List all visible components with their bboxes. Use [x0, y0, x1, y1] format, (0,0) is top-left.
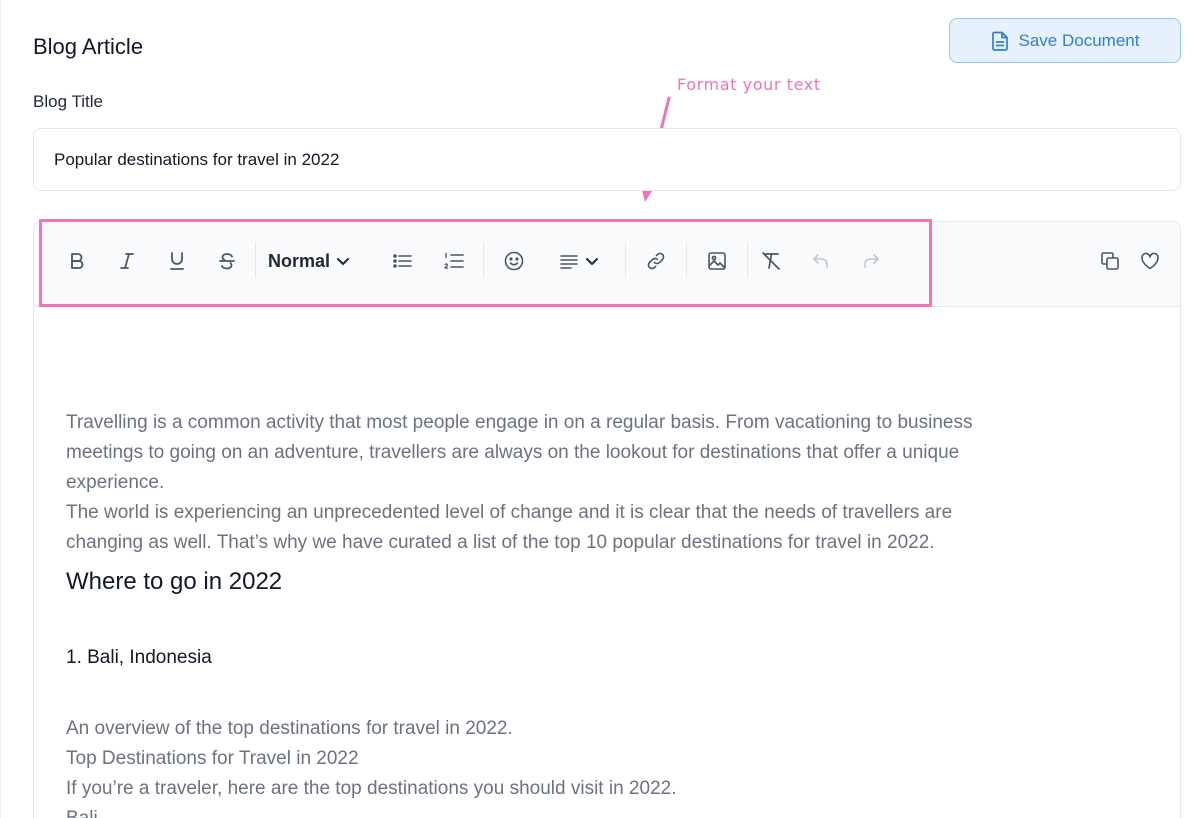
paragraph-line: If you’re a traveler, here are the top d…	[66, 778, 677, 799]
blog-title-label: Blog Title	[33, 92, 103, 111]
toolbar-separator	[255, 242, 256, 278]
undo-button[interactable]	[808, 248, 834, 274]
align-icon	[559, 253, 579, 269]
favorite-button[interactable]	[1137, 248, 1163, 274]
editor-content[interactable]: Travelling is a common activity that mos…	[66, 408, 1140, 818]
page: Blog Article Save Document Format your t…	[0, 0, 1203, 818]
toolbar-separator	[747, 242, 748, 278]
italic-button[interactable]	[114, 248, 140, 274]
clear-format-button[interactable]	[758, 248, 784, 274]
strikethrough-icon	[218, 252, 236, 270]
rich-text-editor[interactable]: Normal Travelling is a common activity t…	[33, 221, 1181, 818]
ordered-list-button[interactable]	[441, 248, 467, 274]
underline-button[interactable]	[164, 248, 190, 274]
paragraph-line: Travelling is a common activity that mos…	[66, 412, 973, 433]
clear-format-icon	[761, 251, 781, 271]
strikethrough-button[interactable]	[214, 248, 240, 274]
blog-title-value: Popular destinations for travel in 2022	[54, 149, 340, 169]
redo-icon	[862, 253, 880, 269]
copy-button[interactable]	[1097, 248, 1123, 274]
bullet-list-button[interactable]	[390, 248, 416, 274]
toolbar-separator	[483, 242, 484, 278]
bold-button[interactable]	[64, 248, 90, 274]
paragraph-line: meetings to going on an adventure, trave…	[66, 442, 960, 463]
undo-icon	[812, 253, 830, 269]
paragraph-line: An overview of the top destinations for …	[66, 718, 513, 739]
save-document-label: Save Document	[1018, 30, 1140, 50]
image-button[interactable]	[704, 248, 730, 274]
page-title: Blog Article	[33, 34, 144, 59]
emoji-icon	[504, 251, 524, 271]
toolbar-separator	[686, 242, 687, 278]
align-select[interactable]	[554, 248, 604, 274]
link-button[interactable]	[643, 248, 669, 274]
paragraph-line: changing as well. That’s why we have cur…	[66, 532, 935, 553]
content-heading: Where to go in 2022	[66, 568, 283, 595]
italic-icon	[119, 252, 135, 270]
ordered-list-icon	[444, 252, 464, 270]
bold-icon	[69, 252, 85, 270]
link-icon	[646, 251, 666, 271]
emoji-button[interactable]	[501, 248, 527, 274]
paragraph-line: experience.	[66, 472, 165, 493]
image-icon	[707, 251, 727, 271]
format-annotation-text: Format your text	[677, 75, 821, 94]
editor-toolbar: Normal	[34, 222, 1180, 307]
bullet-list-icon	[393, 253, 413, 269]
document-icon	[991, 31, 1009, 51]
toolbar-separator	[625, 242, 626, 278]
copy-icon	[1100, 251, 1120, 271]
paragraph-line: Bali	[66, 804, 1140, 818]
paragraph-line: Top Destinations for Travel in 2022	[66, 748, 359, 769]
heading-select-value: Normal	[268, 250, 331, 271]
content-subheading: 1. Bali, Indonesia	[66, 647, 212, 668]
save-document-button[interactable]: Save Document	[949, 18, 1181, 63]
underline-icon	[169, 251, 185, 271]
blog-title-input[interactable]: Popular destinations for travel in 2022	[33, 128, 1181, 191]
heading-select[interactable]: Normal	[268, 248, 358, 274]
paragraph-line: The world is experiencing an unprecedent…	[66, 502, 953, 523]
heart-icon	[1140, 252, 1160, 270]
redo-button[interactable]	[858, 248, 884, 274]
chevron-down-icon	[336, 256, 350, 266]
chevron-down-icon	[585, 256, 599, 266]
